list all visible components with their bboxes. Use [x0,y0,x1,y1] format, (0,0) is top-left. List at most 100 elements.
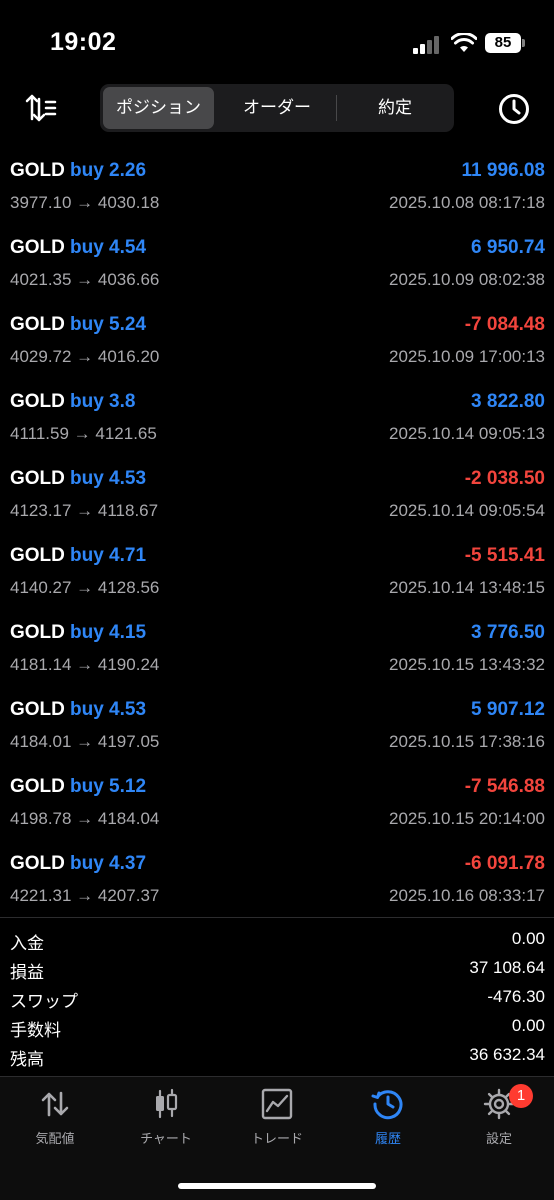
trade-prices: 4111.59 → 4121.65 [10,424,157,443]
trade-symbol: GOLD [10,468,65,489]
cellular-signal-icon [413,36,441,54]
trade-profit: -6 091.78 [464,853,545,874]
tab-bar: 気配値 チャート トレード 履歴 設定 [0,1076,554,1200]
summary-label: 手数料 [10,1021,61,1040]
trade-side-volume: buy 2.26 [70,160,147,181]
trade-list: GOLD buy 2.26 3977.10 → 4030.18 11 996.0… [0,152,554,922]
tab-deals[interactable]: 約定 [339,87,451,129]
trade-prices: 4184.01 → 4197.05 [10,732,160,751]
trade-date: 2025.10.14 13:48:15 [389,578,545,597]
trade-row[interactable]: GOLD buy 4.71 4140.27 → 4128.56 -5 515.4… [0,537,554,614]
trade-symbol: GOLD [10,314,65,335]
trade-side-volume: buy 4.15 [70,622,147,643]
trade-prices: 4123.17 → 4118.67 [10,501,159,520]
trade-date: 2025.10.08 08:17:18 [389,193,545,212]
trade-prices: 4181.14 → 4190.24 [10,655,160,674]
trade-symbol: GOLD [10,853,65,874]
sort-icon[interactable] [25,93,57,123]
home-indicator[interactable] [178,1183,376,1189]
trade-row[interactable]: GOLD buy 4.53 4123.17 → 4118.67 -2 038.5… [0,460,554,537]
trade-prices: 3977.10 → 4030.18 [10,193,160,212]
tab-chart[interactable]: チャート [111,1087,221,1153]
trade-symbol: GOLD [10,237,65,258]
summary-value: 37 108.64 [469,958,545,977]
trade-side-volume: buy 4.54 [70,237,147,258]
trade-date: 2025.10.09 17:00:13 [389,347,545,366]
trade-prices: 4198.78 → 4184.04 [10,809,160,828]
trade-row[interactable]: GOLD buy 4.53 4184.01 → 4197.05 5 907.12… [0,691,554,768]
list-divider [0,917,554,918]
trade-date: 2025.10.15 13:43:32 [389,655,545,674]
trade-date: 2025.10.16 08:33:17 [389,886,545,905]
quotes-icon [41,1091,69,1117]
trade-icon [261,1088,293,1120]
trade-row[interactable]: GOLD buy 3.8 4111.59 → 4121.65 3 822.80 … [0,383,554,460]
status-bar: 19:02 85 [0,0,554,84]
chart-icon [156,1088,178,1119]
trade-side-volume: buy 4.37 [70,853,147,874]
notification-badge: 1 [509,1084,533,1108]
trade-date: 2025.10.09 08:02:38 [389,270,545,289]
summary-label: 損益 [10,963,44,982]
history-icon [371,1090,403,1120]
summary-value: 0.00 [511,929,545,948]
trade-symbol: GOLD [10,776,65,797]
trade-profit: 6 950.74 [471,237,545,258]
tab-orders[interactable]: オーダー [221,87,333,129]
trade-date: 2025.10.14 09:05:13 [389,424,545,443]
account-summary: 入金 0.00 損益 37 108.64 スワップ -476.30 手数料 0.… [0,926,554,1071]
trade-row[interactable]: GOLD buy 5.12 4198.78 → 4184.04 -7 546.8… [0,768,554,845]
tab-label: 設定 [485,1131,512,1146]
tab-label: トレード [250,1131,303,1146]
trade-row[interactable]: GOLD buy 2.26 3977.10 → 4030.18 11 996.0… [0,152,554,229]
summary-label: 残高 [10,1050,44,1069]
trade-side-volume: buy 3.8 [70,391,136,412]
trade-side-volume: buy 4.53 [70,468,147,489]
tab-positions[interactable]: ポジション [103,87,214,129]
summary-row-swap: スワップ -476.30 [0,984,554,1013]
tab-quotes[interactable]: 気配値 [0,1087,110,1153]
trade-profit: -7 084.48 [464,314,545,335]
trade-side-volume: buy 5.24 [70,314,147,335]
summary-value: 36 632.34 [469,1045,545,1064]
tab-history[interactable]: 履歴 [333,1087,443,1153]
trade-profit: -5 515.41 [464,545,545,566]
trade-side-volume: buy 5.12 [70,776,147,797]
summary-value: 0.00 [511,1016,545,1035]
summary-row-deposit: 入金 0.00 [0,926,554,955]
trade-row[interactable]: GOLD buy 5.24 4029.72 → 4016.20 -7 084.4… [0,306,554,383]
trade-date: 2025.10.14 09:05:54 [389,501,545,520]
trade-profit: 3 822.80 [471,391,545,412]
trade-prices: 4029.72 → 4016.20 [10,347,160,366]
summary-row-commission: 手数料 0.00 [0,1013,554,1042]
trade-date: 2025.10.15 20:14:00 [389,809,545,828]
trade-symbol: GOLD [10,622,65,643]
header: ポジション オーダー 約定 [0,84,554,132]
trade-date: 2025.10.15 17:38:16 [389,732,545,751]
summary-value: -476.30 [487,987,545,1006]
summary-row-balance: 残高 36 632.34 [0,1042,554,1071]
trade-profit: 5 907.12 [471,699,545,720]
trade-symbol: GOLD [10,545,65,566]
summary-row-profit: 損益 37 108.64 [0,955,554,984]
trade-profit: 3 776.50 [471,622,545,643]
trade-row[interactable]: GOLD buy 4.37 4221.31 → 4207.37 -6 091.7… [0,845,554,922]
segment-divider [336,95,337,121]
summary-label: スワップ [10,992,78,1011]
battery-cap [522,39,525,47]
trade-prices: 4140.27 → 4128.56 [10,578,160,597]
trade-side-volume: buy 4.53 [70,699,147,720]
trade-profit: -7 546.88 [464,776,545,797]
trade-row[interactable]: GOLD buy 4.54 4021.35 → 4036.66 6 950.74… [0,229,554,306]
summary-label: 入金 [10,934,44,953]
segmented-control: ポジション オーダー 約定 [100,84,454,132]
tab-label: チャート [140,1131,192,1146]
trade-row[interactable]: GOLD buy 4.15 4181.14 → 4190.24 3 776.50… [0,614,554,691]
tab-settings[interactable]: 設定 [444,1087,554,1153]
trade-profit: 11 996.08 [461,160,545,181]
tab-trade[interactable]: トレード [222,1087,332,1153]
wifi-icon [451,33,477,52]
tab-label: 履歴 [374,1131,401,1146]
clock-icon[interactable] [497,92,531,126]
trade-side-volume: buy 4.71 [70,545,147,566]
